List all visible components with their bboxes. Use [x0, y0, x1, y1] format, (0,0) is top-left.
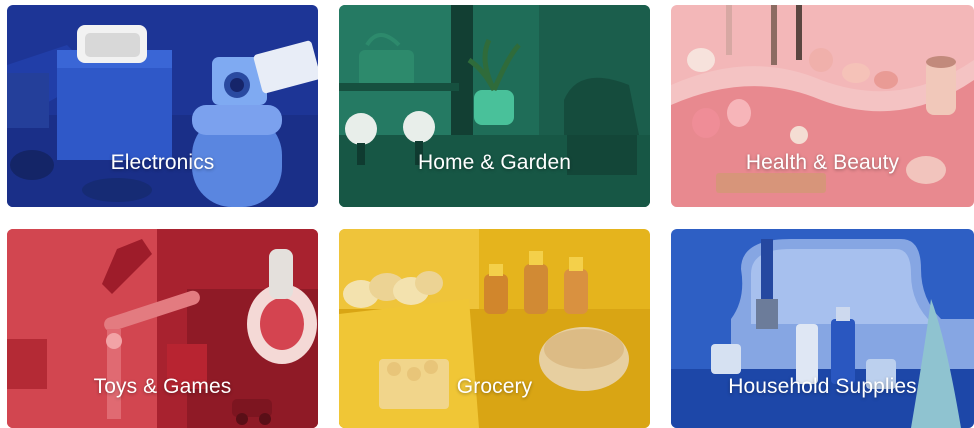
category-tile-electronics[interactable]: Electronics	[7, 5, 318, 207]
category-label: Grocery	[456, 375, 533, 398]
home-garden-image	[339, 5, 650, 207]
electronics-image	[7, 5, 318, 207]
category-grid: Electronics Home & Garden Health & Beaut…	[0, 0, 974, 428]
health-beauty-image	[671, 5, 974, 207]
category-tile-toys-games[interactable]: Toys & Games	[7, 229, 318, 428]
category-tile-household-supplies[interactable]: Household Supplies	[671, 229, 974, 428]
category-label: Household Supplies	[728, 375, 917, 398]
category-tile-home-garden[interactable]: Home & Garden	[339, 5, 650, 207]
category-label: Toys & Games	[93, 375, 232, 398]
category-label: Electronics	[110, 151, 215, 174]
category-tile-grocery[interactable]: Grocery	[339, 229, 650, 428]
category-label: Home & Garden	[417, 151, 572, 174]
category-tile-health-beauty[interactable]: Health & Beauty	[671, 5, 974, 207]
category-label: Health & Beauty	[745, 151, 900, 174]
